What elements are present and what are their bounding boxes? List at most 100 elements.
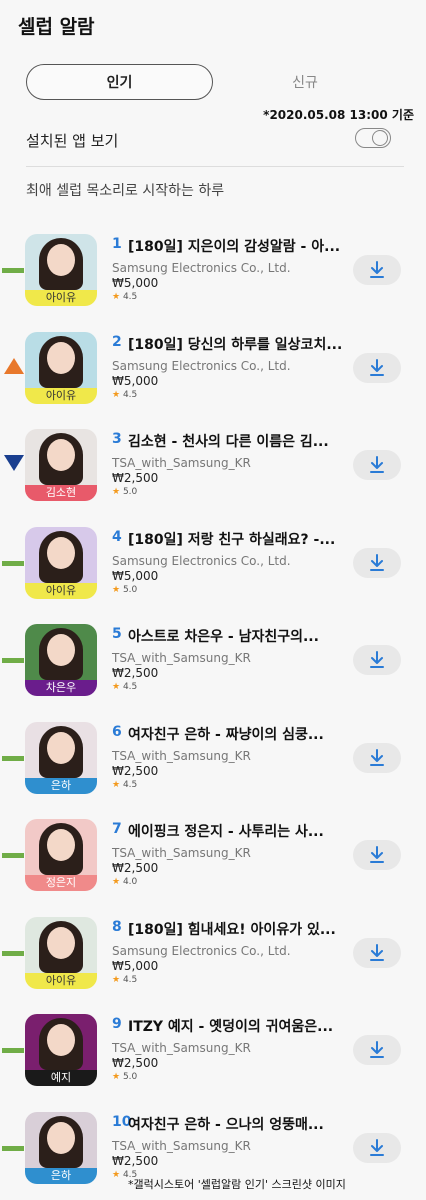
download-icon	[370, 651, 384, 668]
footnote: *갤럭시스토어 '셀럽알람 인기' 스크린샷 이미지	[128, 1178, 346, 1191]
installed-apps-toggle[interactable]	[355, 128, 391, 148]
app-price: ₩2,500	[112, 666, 159, 680]
app-developer: TSA_with_Samsung_KR	[112, 651, 251, 665]
rank-trend-same-icon	[2, 755, 24, 761]
app-thumbnail[interactable]: 차은우	[25, 624, 97, 696]
app-developer: Samsung Electronics Co., Ltd.	[112, 261, 291, 275]
star-icon: ★	[112, 584, 123, 595]
download-icon	[370, 943, 384, 961]
rank-number: 4	[112, 528, 122, 545]
download-button[interactable]	[353, 450, 401, 480]
app-list-item[interactable]: 차은우 5 아스트로 차은우 - 남자친구의... TSA_with_Samsung_…	[0, 620, 426, 718]
thumbnail-celeb-name: 아이유	[25, 387, 97, 404]
rank-number: 7	[112, 821, 122, 837]
celeb-face	[47, 1121, 75, 1154]
app-developer: Samsung Electronics Co., Ltd.	[112, 553, 291, 568]
app-list-item[interactable]: 아이유 1 [180일] 지은이의 감성알람 - 아... Samsung Elect…	[0, 230, 426, 328]
rank-trend-same-icon	[2, 853, 24, 858]
app-rating: ★ 4.5	[112, 975, 137, 985]
installed-apps-label: 설치된 앱 보기	[26, 132, 119, 150]
app-thumbnail[interactable]: 아이유	[25, 916, 97, 989]
download-button[interactable]	[353, 352, 401, 383]
app-title[interactable]: 에이핑크 정은지 - 사투리는 사...	[128, 821, 343, 841]
thumbnail-celeb-name: 차은우	[25, 680, 97, 696]
app-list-item[interactable]: 김소현 3 김소현 - 천사의 다른 이름은 김... TSA_with_Samsun…	[0, 425, 426, 523]
app-price: ₩2,500	[112, 471, 159, 485]
celeb-face	[47, 244, 75, 276]
celeb-photo	[25, 1111, 97, 1168]
app-list-item[interactable]: 아이유 8 [180일] 힘내세요! 아이유가 있... Samsung Electr…	[0, 913, 426, 1011]
app-title[interactable]: 여자친구 은하 - 짜냥이의 심쿵...	[128, 724, 343, 744]
app-thumbnail[interactable]: 정은지	[25, 819, 97, 891]
rating-value: 5.0	[122, 1072, 138, 1082]
download-button[interactable]	[353, 255, 401, 285]
app-title[interactable]: [180일] 지은이의 감성알람 - 아...	[128, 236, 343, 256]
app-price: ₩5,000	[112, 373, 159, 388]
app-rating: ★ 4.5	[112, 682, 137, 692]
celeb-face	[47, 341, 75, 374]
rating-value: 5.0	[122, 487, 138, 497]
app-rating: ★ 4.5	[112, 292, 137, 302]
rank-trend-same-icon	[2, 268, 24, 273]
download-icon	[370, 748, 384, 766]
page-title: 셀럽 알람	[18, 16, 95, 38]
rank-trend-same-icon	[2, 560, 24, 566]
app-price: ₩5,000	[112, 276, 159, 290]
rating-value: 4.0	[122, 877, 138, 887]
app-list-item[interactable]: 정은지 7 에이핑크 정은지 - 사투리는 사... TSA_with_Samsung…	[0, 815, 426, 913]
app-developer: Samsung Electronics Co., Ltd.	[112, 358, 291, 373]
download-button[interactable]	[353, 1035, 401, 1065]
celeb-photo	[25, 819, 97, 875]
app-thumbnail[interactable]: 아이유	[25, 331, 97, 404]
rating-value: 4.5	[122, 389, 138, 400]
rank-trend-same-icon	[2, 950, 24, 956]
app-list: 아이유 1 [180일] 지은이의 감성알람 - 아... Samsung Elect…	[0, 230, 426, 1200]
app-price: ₩2,500	[112, 1056, 159, 1070]
app-title[interactable]: [180일] 당신의 하루를 일상코치...	[128, 334, 343, 354]
app-thumbnail[interactable]: 예지	[25, 1014, 97, 1086]
app-thumbnail[interactable]: 아이유	[25, 526, 97, 599]
app-list-item[interactable]: 아이유 4 [180일] 저랑 친구 하실래요? -... Samsung Elect…	[0, 523, 426, 621]
tab-popular[interactable]: 인기	[26, 64, 213, 100]
app-thumbnail[interactable]: 은하	[25, 1111, 97, 1184]
app-list-item[interactable]: 아이유 2 [180일] 당신의 하루를 일상코치... Samsung Electr…	[0, 328, 426, 426]
celeb-face	[47, 731, 75, 764]
app-thumbnail[interactable]: 은하	[25, 721, 97, 794]
app-thumbnail[interactable]: 아이유	[25, 234, 97, 306]
download-icon	[370, 846, 384, 863]
app-list-item[interactable]: 은하 6 여자친구 은하 - 짜냥이의 심쿵... TSA_with_Samsung_…	[0, 718, 426, 816]
app-thumbnail[interactable]: 김소현	[25, 429, 97, 501]
download-button[interactable]	[353, 937, 401, 968]
app-title[interactable]: [180일] 저랑 친구 하실래요? -...	[128, 529, 343, 549]
download-icon	[370, 1138, 384, 1156]
app-rating: ★ 5.0	[112, 1072, 137, 1082]
tab-new[interactable]: 신규	[230, 64, 380, 100]
date-note: *2020.05.08 13:00 기준	[263, 108, 414, 122]
app-title[interactable]: [180일] 힘내세요! 아이유가 있...	[128, 919, 343, 939]
celeb-photo	[25, 331, 97, 388]
rank-number: 3	[112, 431, 122, 447]
toggle-knob	[372, 130, 388, 146]
app-developer: TSA_with_Samsung_KR	[112, 1041, 251, 1055]
app-title[interactable]: 여자친구 은하 - 으나의 엉뚱매...	[128, 1114, 343, 1134]
download-button[interactable]	[353, 840, 401, 870]
app-title[interactable]: 김소현 - 천사의 다른 이름은 김...	[128, 431, 343, 451]
app-title[interactable]: ITZY 예지 - 옛덩이의 귀여움은...	[128, 1016, 343, 1036]
rank-trend-up-icon	[4, 357, 24, 374]
celeb-photo	[25, 721, 97, 778]
app-list-item[interactable]: 예지 9 ITZY 예지 - 옛덩이의 귀여움은... TSA_with_Samsun…	[0, 1010, 426, 1108]
celeb-photo	[25, 624, 97, 680]
celeb-photo	[25, 526, 97, 583]
rating-value: 5.0	[122, 584, 138, 595]
download-button[interactable]	[353, 1132, 401, 1163]
thumbnail-celeb-name: 김소현	[25, 485, 97, 501]
star-icon: ★	[112, 779, 123, 790]
download-button[interactable]	[353, 742, 401, 773]
app-title[interactable]: 아스트로 차은우 - 남자친구의...	[128, 626, 343, 646]
rank-number: 1	[112, 236, 122, 252]
app-rating: ★ 4.5	[112, 390, 137, 400]
download-button[interactable]	[353, 645, 401, 675]
app-rating: ★ 5.0	[112, 585, 137, 595]
celeb-photo	[25, 234, 97, 290]
download-button[interactable]	[353, 547, 401, 578]
